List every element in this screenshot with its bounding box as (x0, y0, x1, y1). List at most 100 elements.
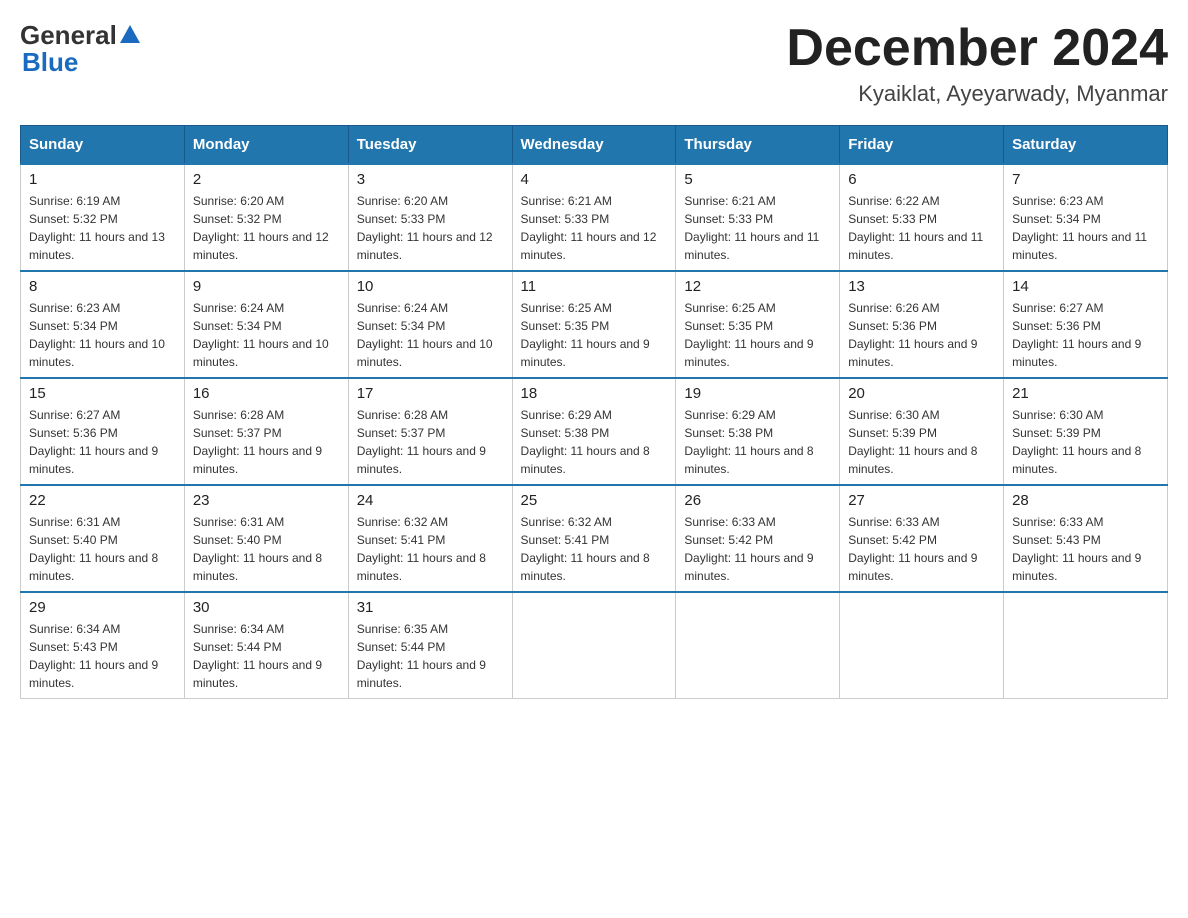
calendar-cell: 25 Sunrise: 6:32 AM Sunset: 5:41 PM Dayl… (512, 485, 676, 592)
sunrise-label: Sunrise: 6:29 AM (521, 408, 612, 422)
calendar-week-row: 29 Sunrise: 6:34 AM Sunset: 5:43 PM Dayl… (21, 592, 1168, 699)
day-info: Sunrise: 6:32 AM Sunset: 5:41 PM Dayligh… (521, 513, 668, 585)
calendar-cell: 16 Sunrise: 6:28 AM Sunset: 5:37 PM Dayl… (184, 378, 348, 485)
sunset-label: Sunset: 5:33 PM (357, 212, 446, 226)
sunrise-label: Sunrise: 6:24 AM (357, 301, 448, 315)
day-info: Sunrise: 6:32 AM Sunset: 5:41 PM Dayligh… (357, 513, 504, 585)
daylight-label: Daylight: 11 hours and 11 minutes. (1012, 230, 1147, 262)
calendar-cell: 23 Sunrise: 6:31 AM Sunset: 5:40 PM Dayl… (184, 485, 348, 592)
daylight-label: Daylight: 11 hours and 9 minutes. (357, 658, 486, 690)
sunset-label: Sunset: 5:36 PM (29, 426, 118, 440)
sunrise-label: Sunrise: 6:20 AM (193, 194, 284, 208)
daylight-label: Daylight: 11 hours and 12 minutes. (357, 230, 493, 262)
calendar-cell: 3 Sunrise: 6:20 AM Sunset: 5:33 PM Dayli… (348, 164, 512, 271)
calendar-cell: 17 Sunrise: 6:28 AM Sunset: 5:37 PM Dayl… (348, 378, 512, 485)
calendar-table: SundayMondayTuesdayWednesdayThursdayFrid… (20, 125, 1168, 699)
sunset-label: Sunset: 5:41 PM (357, 533, 446, 547)
sunrise-label: Sunrise: 6:25 AM (521, 301, 612, 315)
day-number: 8 (29, 278, 176, 295)
daylight-label: Daylight: 11 hours and 8 minutes. (193, 551, 322, 583)
sunset-label: Sunset: 5:38 PM (684, 426, 773, 440)
sunset-label: Sunset: 5:44 PM (193, 640, 282, 654)
logo-blue-part (117, 25, 140, 47)
calendar-cell (676, 592, 840, 699)
calendar-cell: 14 Sunrise: 6:27 AM Sunset: 5:36 PM Dayl… (1004, 271, 1168, 378)
day-number: 19 (684, 385, 831, 402)
daylight-label: Daylight: 11 hours and 12 minutes. (193, 230, 329, 262)
calendar-cell: 12 Sunrise: 6:25 AM Sunset: 5:35 PM Dayl… (676, 271, 840, 378)
daylight-label: Daylight: 11 hours and 8 minutes. (521, 551, 650, 583)
daylight-label: Daylight: 11 hours and 9 minutes. (848, 551, 977, 583)
daylight-label: Daylight: 11 hours and 9 minutes. (193, 444, 322, 476)
sunrise-label: Sunrise: 6:28 AM (193, 408, 284, 422)
calendar-cell (512, 592, 676, 699)
daylight-label: Daylight: 11 hours and 13 minutes. (29, 230, 165, 262)
day-info: Sunrise: 6:28 AM Sunset: 5:37 PM Dayligh… (357, 406, 504, 478)
sunrise-label: Sunrise: 6:23 AM (1012, 194, 1103, 208)
day-number: 1 (29, 171, 176, 188)
daylight-label: Daylight: 11 hours and 9 minutes. (193, 658, 322, 690)
day-info: Sunrise: 6:34 AM Sunset: 5:43 PM Dayligh… (29, 620, 176, 692)
calendar-header-sunday: Sunday (21, 126, 185, 165)
calendar-cell: 5 Sunrise: 6:21 AM Sunset: 5:33 PM Dayli… (676, 164, 840, 271)
sunset-label: Sunset: 5:35 PM (521, 319, 610, 333)
day-number: 31 (357, 599, 504, 616)
day-number: 30 (193, 599, 340, 616)
calendar-cell: 20 Sunrise: 6:30 AM Sunset: 5:39 PM Dayl… (840, 378, 1004, 485)
sunset-label: Sunset: 5:43 PM (29, 640, 118, 654)
sunrise-label: Sunrise: 6:33 AM (684, 515, 775, 529)
day-info: Sunrise: 6:21 AM Sunset: 5:33 PM Dayligh… (684, 192, 831, 264)
sunset-label: Sunset: 5:43 PM (1012, 533, 1101, 547)
calendar-cell: 10 Sunrise: 6:24 AM Sunset: 5:34 PM Dayl… (348, 271, 512, 378)
day-number: 20 (848, 385, 995, 402)
sunrise-label: Sunrise: 6:33 AM (1012, 515, 1103, 529)
sunset-label: Sunset: 5:36 PM (848, 319, 937, 333)
sunset-label: Sunset: 5:36 PM (1012, 319, 1101, 333)
sunrise-label: Sunrise: 6:30 AM (1012, 408, 1103, 422)
sunset-label: Sunset: 5:35 PM (684, 319, 773, 333)
calendar-cell: 1 Sunrise: 6:19 AM Sunset: 5:32 PM Dayli… (21, 164, 185, 271)
day-info: Sunrise: 6:23 AM Sunset: 5:34 PM Dayligh… (29, 299, 176, 371)
calendar-cell (1004, 592, 1168, 699)
day-number: 18 (521, 385, 668, 402)
sunrise-label: Sunrise: 6:32 AM (521, 515, 612, 529)
sunset-label: Sunset: 5:34 PM (193, 319, 282, 333)
daylight-label: Daylight: 11 hours and 8 minutes. (684, 444, 813, 476)
daylight-label: Daylight: 11 hours and 9 minutes. (1012, 551, 1141, 583)
day-number: 13 (848, 278, 995, 295)
day-number: 11 (521, 278, 668, 295)
calendar-cell: 18 Sunrise: 6:29 AM Sunset: 5:38 PM Dayl… (512, 378, 676, 485)
sunrise-label: Sunrise: 6:24 AM (193, 301, 284, 315)
day-info: Sunrise: 6:31 AM Sunset: 5:40 PM Dayligh… (29, 513, 176, 585)
sunrise-label: Sunrise: 6:28 AM (357, 408, 448, 422)
sunset-label: Sunset: 5:39 PM (848, 426, 937, 440)
day-info: Sunrise: 6:25 AM Sunset: 5:35 PM Dayligh… (521, 299, 668, 371)
calendar-cell: 2 Sunrise: 6:20 AM Sunset: 5:32 PM Dayli… (184, 164, 348, 271)
calendar-week-row: 15 Sunrise: 6:27 AM Sunset: 5:36 PM Dayl… (21, 378, 1168, 485)
calendar-cell: 6 Sunrise: 6:22 AM Sunset: 5:33 PM Dayli… (840, 164, 1004, 271)
calendar-header-tuesday: Tuesday (348, 126, 512, 165)
day-info: Sunrise: 6:29 AM Sunset: 5:38 PM Dayligh… (684, 406, 831, 478)
sunrise-label: Sunrise: 6:34 AM (193, 622, 284, 636)
sunset-label: Sunset: 5:37 PM (357, 426, 446, 440)
calendar-cell: 29 Sunrise: 6:34 AM Sunset: 5:43 PM Dayl… (21, 592, 185, 699)
sunset-label: Sunset: 5:34 PM (1012, 212, 1101, 226)
calendar-cell: 15 Sunrise: 6:27 AM Sunset: 5:36 PM Dayl… (21, 378, 185, 485)
day-info: Sunrise: 6:34 AM Sunset: 5:44 PM Dayligh… (193, 620, 340, 692)
month-title: December 2024 (786, 20, 1168, 77)
calendar-cell: 8 Sunrise: 6:23 AM Sunset: 5:34 PM Dayli… (21, 271, 185, 378)
sunrise-label: Sunrise: 6:27 AM (1012, 301, 1103, 315)
calendar-cell: 13 Sunrise: 6:26 AM Sunset: 5:36 PM Dayl… (840, 271, 1004, 378)
day-info: Sunrise: 6:29 AM Sunset: 5:38 PM Dayligh… (521, 406, 668, 478)
calendar-cell: 27 Sunrise: 6:33 AM Sunset: 5:42 PM Dayl… (840, 485, 1004, 592)
day-info: Sunrise: 6:19 AM Sunset: 5:32 PM Dayligh… (29, 192, 176, 264)
daylight-label: Daylight: 11 hours and 9 minutes. (357, 444, 486, 476)
daylight-label: Daylight: 11 hours and 11 minutes. (848, 230, 983, 262)
day-number: 25 (521, 492, 668, 509)
sunset-label: Sunset: 5:33 PM (684, 212, 773, 226)
daylight-label: Daylight: 11 hours and 9 minutes. (684, 551, 813, 583)
calendar-week-row: 1 Sunrise: 6:19 AM Sunset: 5:32 PM Dayli… (21, 164, 1168, 271)
day-info: Sunrise: 6:20 AM Sunset: 5:32 PM Dayligh… (193, 192, 340, 264)
sunset-label: Sunset: 5:42 PM (684, 533, 773, 547)
daylight-label: Daylight: 11 hours and 9 minutes. (29, 444, 158, 476)
